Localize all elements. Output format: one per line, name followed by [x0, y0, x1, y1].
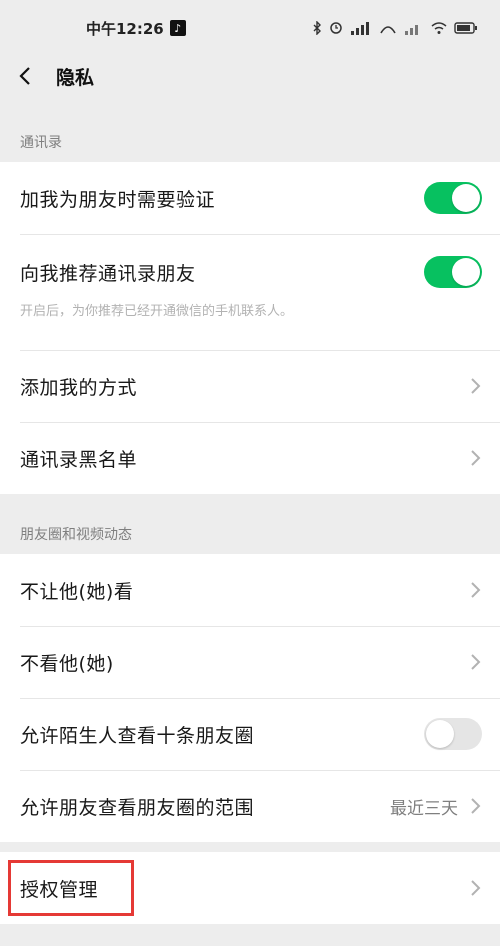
chevron-right-icon: [471, 582, 481, 598]
row-label: 不看他(她): [20, 652, 114, 675]
section-header-contacts: 通讯录: [20, 135, 62, 151]
status-time: 中午12:26: [86, 19, 164, 38]
verify-friend-toggle[interactable]: [424, 182, 482, 214]
row-stranger-view: 允许陌生人查看十条朋友圈: [0, 698, 500, 770]
row-dont-see[interactable]: 不看他(她): [0, 626, 500, 698]
chevron-left-icon[interactable]: [14, 64, 38, 88]
signal-icon-2: [380, 26, 396, 34]
recommend-contacts-toggle[interactable]: [424, 256, 482, 288]
row-hide-from[interactable]: 不让他(她)看: [0, 554, 500, 626]
stranger-view-toggle[interactable]: [424, 718, 482, 750]
chevron-right-icon: [471, 880, 481, 896]
row-label: 加我为朋友时需要验证: [20, 188, 216, 211]
alarm-icon: [330, 22, 342, 34]
row-blacklist[interactable]: 通讯录黑名单: [0, 422, 500, 494]
moments-card: 不让他(她)看 不看他(她) 允许陌生人查看十条朋友圈 允许朋友查看朋友圈的范围…: [0, 554, 500, 842]
page-title: 隐私: [56, 66, 95, 89]
chevron-right-icon: [471, 798, 481, 814]
status-bar: 中午12:26 ♪: [0, 0, 500, 56]
range-value: 最近三天: [390, 798, 458, 819]
row-label: 向我推荐通讯录朋友: [20, 262, 196, 285]
section-header-moments: 朋友圈和视频动态: [20, 527, 132, 543]
battery-icon: [454, 22, 477, 34]
signal-icon-3: [405, 25, 418, 35]
chevron-right-icon: [471, 654, 481, 670]
highlight-annotation: [8, 860, 134, 916]
toggle-knob: [426, 720, 454, 748]
contacts-card: 加我为朋友时需要验证 向我推荐通讯录朋友 开启后，为你推荐已经开通微信的手机联系…: [0, 162, 500, 494]
chevron-right-icon: [471, 450, 481, 466]
row-top: 向我推荐通讯录朋友: [20, 256, 482, 288]
app-notification-icon: ♪: [169, 20, 186, 36]
row-label: 允许朋友查看朋友圈的范围: [20, 796, 255, 819]
row-recommend-contacts: 向我推荐通讯录朋友 开启后，为你推荐已经开通微信的手机联系人。: [0, 234, 500, 350]
toggle-knob: [452, 258, 480, 286]
bluetooth-icon: [313, 21, 321, 35]
nav-bar: 隐私: [0, 50, 500, 102]
row-label: 通讯录黑名单: [20, 448, 138, 471]
row-description: 开启后，为你推荐已经开通微信的手机联系人。: [20, 304, 294, 319]
status-icons: [312, 21, 478, 35]
row-visible-range[interactable]: 允许朋友查看朋友圈的范围 最近三天: [0, 770, 500, 842]
row-label: 允许陌生人查看十条朋友圈: [20, 724, 255, 747]
right-group: 最近三天: [390, 794, 482, 819]
status-left: 中午12:26 ♪: [86, 18, 186, 39]
row-label: 不让他(她)看: [20, 580, 134, 603]
row-verify-friend: 加我为朋友时需要验证: [0, 162, 500, 234]
wifi-icon: [431, 22, 447, 34]
row-add-methods[interactable]: 添加我的方式: [0, 350, 500, 422]
row-label: 添加我的方式: [20, 376, 138, 399]
signal-icon: [351, 22, 369, 35]
toggle-knob: [452, 184, 480, 212]
chevron-right-icon: [471, 378, 481, 394]
